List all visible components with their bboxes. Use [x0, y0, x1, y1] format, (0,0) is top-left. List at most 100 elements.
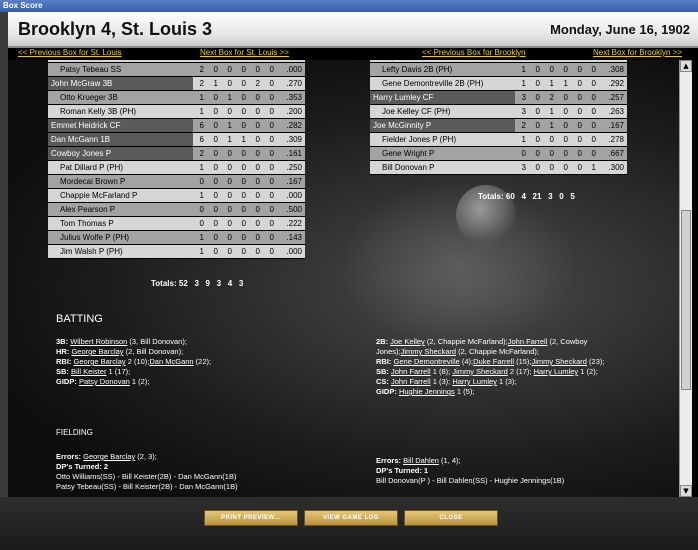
player-name[interactable]: Otto Krueger 3B	[48, 90, 193, 105]
window-titlebar: Box Score	[0, 0, 698, 12]
stat-cell: 1	[221, 132, 235, 147]
player-name[interactable]: Julius Wolfe P (PH)	[48, 230, 193, 245]
stat-cell: 0	[207, 146, 221, 161]
next-box-stl-link[interactable]: Next Box for St. Louis >>	[200, 48, 289, 57]
player-link[interactable]: Bill Keister	[71, 367, 106, 376]
player-name[interactable]: Emmet Heidrick CF	[48, 118, 193, 133]
prev-box-bkn-link[interactable]: << Previous Box for Brooklyn	[422, 48, 526, 57]
stat-cell: 0	[249, 132, 263, 147]
stat-cell: 0	[207, 216, 221, 231]
stat-cell: 0	[529, 104, 543, 119]
player-name[interactable]: Jim Walsh P (PH)	[48, 244, 193, 259]
stat-cell: 0	[263, 146, 277, 161]
stat-cell: 0	[263, 62, 277, 77]
table-row: Bill Donovan P 3 0 0 0 0 1.300	[370, 160, 627, 175]
player-link[interactable]: Harry Lumley	[534, 367, 579, 376]
table-row: Alex Pearson P 0 0 0 0 0 0.500	[48, 202, 305, 217]
table-row: Joe Kelley CF (PH) 3 0 1 0 0 0.263	[370, 104, 627, 119]
table-row: John McGraw 3B 2 1 0 0 2 0.270	[48, 76, 305, 91]
scrollbar-thumb[interactable]	[681, 210, 691, 390]
player-name[interactable]: John McGraw 3B	[48, 76, 193, 91]
player-name[interactable]: Dan McGann 1B	[48, 132, 193, 147]
view-game-log-button[interactable]: VIEW GAME LOG	[304, 510, 398, 526]
player-link[interactable]: Joe Kelley	[390, 337, 425, 346]
vertical-scrollbar[interactable]: ▲ ▼	[679, 60, 692, 497]
player-name[interactable]: Mordecai Brown P	[48, 174, 193, 189]
player-link[interactable]: Duke Farrell	[473, 357, 514, 366]
batting-average: .161	[277, 146, 305, 161]
player-name[interactable]: Gene Demontreville 2B (PH)	[370, 76, 515, 91]
player-link[interactable]: George Barclay	[74, 357, 126, 366]
player-link[interactable]: Patsy Donovan	[79, 377, 130, 386]
stat-cell: 0	[249, 118, 263, 133]
player-name[interactable]: Joe Kelley CF (PH)	[370, 104, 515, 119]
player-link[interactable]: Harry Lumley	[452, 377, 497, 386]
player-name[interactable]: Pat Dillard P (PH)	[48, 160, 193, 175]
stat-cell: 0	[263, 174, 277, 189]
player-name[interactable]: Bill Donovan P	[370, 160, 515, 175]
player-link[interactable]: Wilbert Robinson	[70, 337, 127, 346]
player-name[interactable]: Lefty Davis 2B (PH)	[370, 62, 515, 77]
player-name[interactable]: Fielder Jones P (PH)	[370, 132, 515, 147]
stl-totals-row: Totals: 52 3 9 3 4 3	[151, 279, 243, 288]
stat-cell: 0	[529, 160, 543, 175]
player-link[interactable]: Hughie Jennings	[399, 387, 455, 396]
player-link[interactable]: Jimmy Sheckard	[452, 367, 507, 376]
player-link[interactable]: Gene Demontreville	[394, 357, 460, 366]
stat-cell: 0	[221, 160, 235, 175]
stat-cell: 0	[571, 90, 585, 105]
player-link[interactable]: John Farrell	[391, 377, 431, 386]
player-link[interactable]: Jimmy Sheckard	[401, 347, 456, 356]
table-row: Tom Thomas P 0 0 0 0 0 0.222	[48, 216, 305, 231]
stat-cell: 0	[235, 62, 249, 77]
stat-cell: 1	[235, 132, 249, 147]
player-link[interactable]: Jimmy Sheckard	[532, 357, 587, 366]
player-name[interactable]: Joe McGinnity P	[370, 118, 515, 133]
table-row: Jim Walsh P (PH) 1 0 0 0 0 0.000	[48, 244, 305, 259]
scroll-down-arrow-icon[interactable]: ▼	[680, 485, 692, 497]
stat-cell: 0	[221, 104, 235, 119]
player-link[interactable]: John Farrell	[391, 367, 431, 376]
player-link[interactable]: Dan McGann	[149, 357, 193, 366]
stat-cell: 0	[571, 146, 585, 161]
close-button[interactable]: CLOSE	[404, 510, 498, 526]
stat-cell: 0	[557, 146, 571, 161]
stat-cell: 0	[585, 146, 599, 161]
next-box-bkn-link[interactable]: Next Box for Brooklyn >>	[593, 48, 682, 57]
scroll-up-arrow-icon[interactable]: ▲	[680, 60, 692, 72]
stat-cell: 0	[529, 62, 543, 77]
player-name[interactable]: Patsy Tebeau SS	[48, 62, 193, 77]
player-link[interactable]: George Barclay	[71, 347, 123, 356]
player-name[interactable]: Harry Lumley CF	[370, 90, 515, 105]
batting-average: .222	[277, 216, 305, 231]
stat-cell: 1	[515, 76, 529, 91]
stat-cell: 0	[263, 188, 277, 203]
player-name[interactable]: Gene Wright P	[370, 146, 515, 161]
player-link[interactable]: Bill Dahlen	[403, 456, 439, 465]
stat-cell: 0	[235, 244, 249, 259]
prev-box-stl-link[interactable]: << Previous Box for St. Louis	[18, 48, 122, 57]
player-name[interactable]: Tom Thomas P	[48, 216, 193, 231]
table-row: Otto Krueger 3B 1 0 1 0 0 0.353	[48, 90, 305, 105]
bkn-totals-row: Totals: 60 4 21 3 0 5	[478, 192, 575, 201]
player-name[interactable]: Chappie McFarland P	[48, 188, 193, 203]
stat-cell: 0	[235, 202, 249, 217]
table-row: Chappie McFarland P 1 0 0 0 0 0.000	[48, 188, 305, 203]
batting-average: .500	[277, 202, 305, 217]
print-preview-button[interactable]: PRINT PREVIEW...	[204, 510, 298, 526]
stat-cell: 0	[235, 230, 249, 245]
button-bar: PRINT PREVIEW... VIEW GAME LOG CLOSE	[0, 497, 698, 550]
batting-average: .257	[599, 90, 627, 105]
table-row: Julius Wolfe P (PH) 1 0 0 0 0 0.143	[48, 230, 305, 245]
player-name[interactable]: Roman Kelly 3B (PH)	[48, 104, 193, 119]
stat-cell: 2	[515, 118, 529, 133]
player-name[interactable]: Cowboy Jones P	[48, 146, 193, 161]
batting-average: .263	[599, 104, 627, 119]
stat-cell: 0	[543, 146, 557, 161]
stat-cell: 0	[235, 188, 249, 203]
table-row: Gene Demontreville 2B (PH) 1 0 1 1 0 0.292	[370, 76, 627, 91]
player-link[interactable]: John Farrell	[508, 337, 548, 346]
player-name[interactable]: Alex Pearson P	[48, 202, 193, 217]
player-link[interactable]: George Barclay	[83, 452, 135, 461]
stat-cell: 1	[193, 160, 207, 175]
